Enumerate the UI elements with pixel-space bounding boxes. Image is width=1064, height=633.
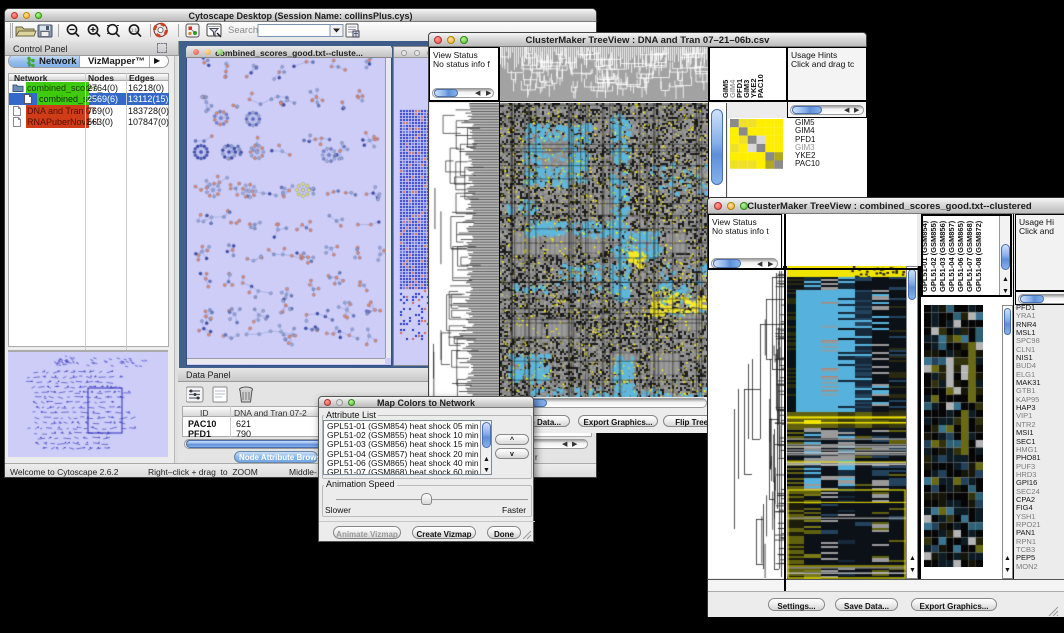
svg-text:1:1: 1:1 [131,28,138,33]
svg-text:Search:: Search: [228,25,261,36]
